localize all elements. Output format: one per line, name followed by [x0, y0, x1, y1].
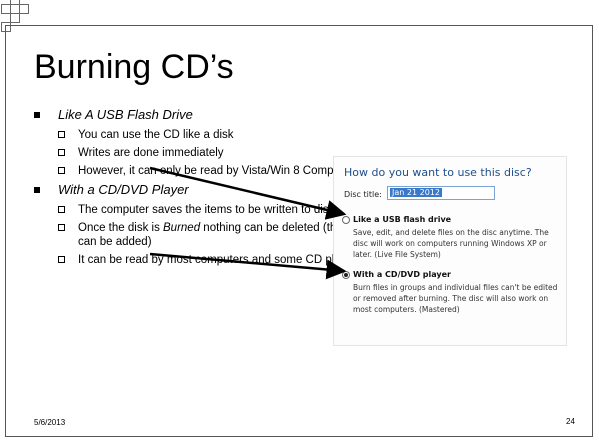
checkbox-bullet-icon — [58, 149, 65, 156]
checkbox-bullet-icon — [58, 224, 65, 231]
checkbox-bullet-icon — [58, 206, 65, 213]
cd-dvd-option-desc: Burn files in groups and individual file… — [353, 283, 558, 314]
checkbox-bullet-icon — [58, 167, 65, 174]
sub-bullet: Writes are done immediately — [34, 146, 363, 160]
bullet-cd-player: With a CD/DVD Player — [34, 182, 354, 198]
cd-dvd-radio[interactable] — [342, 271, 350, 279]
usb-flash-option-title[interactable]: Like a USB flash drive — [353, 215, 451, 224]
sub-bullet-text: You can use the CD like a disk — [78, 129, 234, 141]
sub-bullet: It can be read by most computers and som… — [34, 253, 363, 267]
sub-bullet: The computer saves the items to be writt… — [34, 203, 363, 217]
disc-title-value: Jan 21 2012 — [390, 188, 442, 197]
sub-bullet: You can use the CD like a disk — [34, 128, 363, 142]
sub-bullet-text: Writes are done immediately — [78, 147, 224, 159]
burn-disc-dialog: How do you want to use this disc? Disc t… — [333, 156, 567, 346]
checkbox-bullet-icon — [58, 256, 65, 263]
checkbox-bullet-icon — [58, 131, 65, 138]
sub-bullet: However, it can only be read by Vista/Wi… — [34, 164, 363, 178]
usb-flash-option-desc: Save, edit, and delete files on the disc… — [353, 228, 549, 259]
slide-title: Burning CD’s — [34, 48, 234, 86]
disc-title-input[interactable]: Jan 21 2012 — [387, 186, 495, 200]
sub-bullet-text: Once the disk is Burned nothing can be d… — [78, 222, 358, 248]
sub-bullet-text: It can be read by most computers and som… — [78, 254, 363, 266]
sub-bullet: Once the disk is Burned nothing can be d… — [34, 221, 363, 249]
burned-emphasis: Burned — [163, 222, 201, 234]
slide-date: 5/6/2013 — [34, 418, 66, 427]
cd-dvd-option-title[interactable]: With a CD/DVD player — [353, 270, 451, 279]
sub-bullet-text: The computer saves the items to be writt… — [78, 204, 335, 216]
bullet-usb: Like A USB Flash Drive — [34, 107, 354, 123]
bullet-list: Like A USB Flash Drive You can use the C… — [34, 107, 362, 271]
disc-title-label: Disc title: — [344, 190, 382, 199]
usb-flash-radio[interactable] — [342, 216, 350, 224]
sub-bullet-text: However, it can only be read by Vista/Wi… — [78, 165, 360, 177]
dialog-heading: How do you want to use this disc? — [344, 166, 532, 179]
slide-page-number: 24 — [566, 417, 575, 426]
